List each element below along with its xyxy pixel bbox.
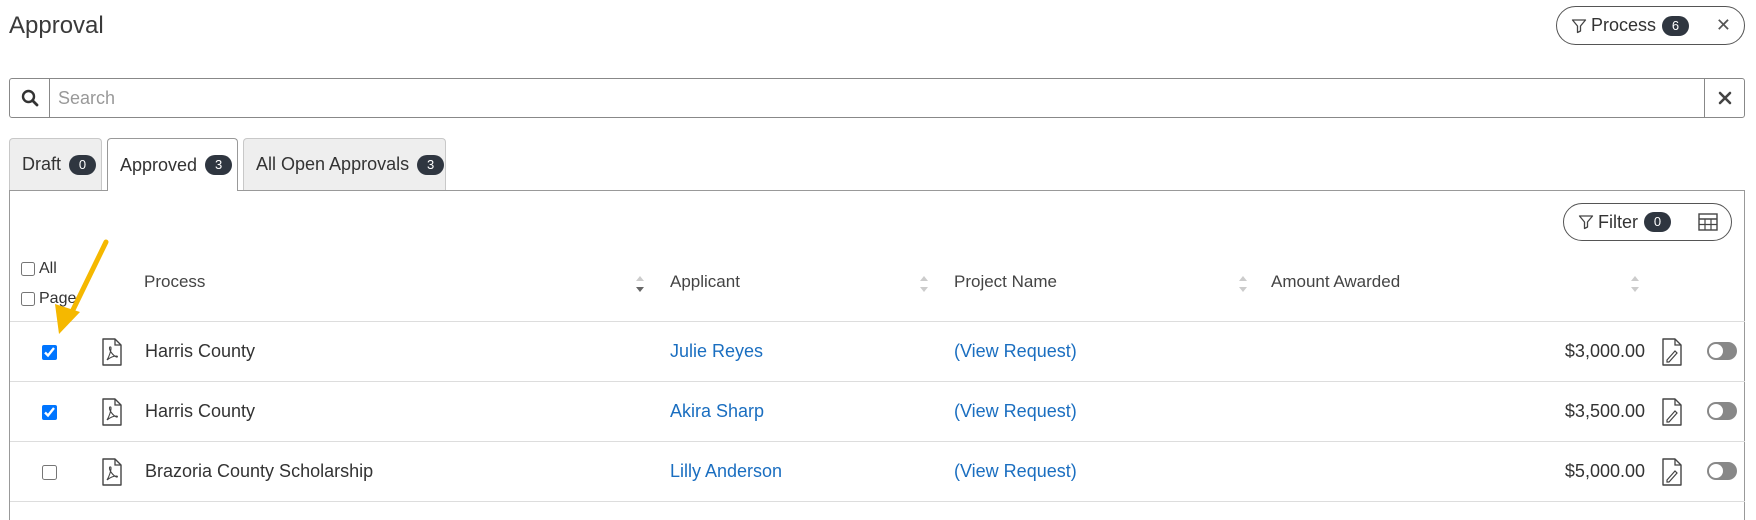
tab-count-badge: 0	[69, 154, 97, 175]
tab-label: Approved	[120, 154, 198, 175]
table-row: Harris County Julie Reyes (View Request)…	[10, 322, 1745, 382]
amount-cell: $3,500.00	[1564, 401, 1645, 421]
funnel-icon	[1578, 215, 1594, 230]
applicant-link[interactable]: Akira Sharp	[670, 401, 764, 422]
select-all-checkbox[interactable]	[21, 262, 35, 276]
view-request-link[interactable]: (View Request)	[954, 461, 1077, 482]
process-cell: Harris County	[145, 401, 256, 421]
approval-toggle[interactable]	[1707, 342, 1737, 360]
table-grid-icon[interactable]	[1698, 213, 1718, 231]
tab-all-open-approvals[interactable]: All Open Approvals 3	[243, 138, 446, 190]
row-checkbox[interactable]	[42, 405, 57, 420]
sort-icon[interactable]	[1629, 273, 1641, 295]
tab-count-badge: 3	[417, 154, 445, 175]
document-edit-icon[interactable]	[1661, 458, 1682, 486]
column-header-process[interactable]: Process	[144, 272, 205, 292]
search-input[interactable]	[50, 79, 1704, 117]
table-row: Harris County Akira Sharp (View Request)…	[10, 382, 1745, 442]
row-divider	[10, 501, 1745, 502]
process-filter-label: Process	[1591, 15, 1657, 35]
column-header-project-name[interactable]: Project Name	[954, 272, 1057, 292]
amount-cell: $5,000.00	[1564, 461, 1645, 481]
filter-count-badge: 0	[1644, 212, 1671, 232]
process-count-badge: 6	[1662, 15, 1690, 36]
document-edit-icon[interactable]	[1661, 398, 1682, 426]
column-header-amount-awarded[interactable]: Amount Awarded	[1271, 272, 1400, 292]
amount-cell: $3,000.00	[1564, 341, 1645, 361]
sort-icon[interactable]	[1237, 273, 1249, 295]
tab-label: All Open Approvals	[256, 154, 410, 174]
applicant-link[interactable]: Julie Reyes	[670, 341, 763, 362]
tab-approved[interactable]: Approved 3	[107, 138, 238, 191]
page-title: Approval	[9, 12, 104, 39]
pdf-icon[interactable]	[101, 338, 122, 366]
applicant-link[interactable]: Lilly Anderson	[670, 461, 782, 482]
row-checkbox[interactable]	[42, 345, 57, 360]
funnel-icon	[1571, 18, 1587, 33]
sort-icon[interactable]	[918, 273, 930, 295]
search-icon[interactable]	[10, 79, 50, 117]
table-row: Brazoria County Scholarship Lilly Anders…	[10, 442, 1745, 502]
sort-icon[interactable]	[634, 273, 646, 295]
pdf-icon[interactable]	[101, 458, 122, 486]
document-edit-icon[interactable]	[1661, 338, 1682, 366]
approval-toggle[interactable]	[1707, 402, 1737, 420]
tab-count-badge: 3	[205, 155, 233, 175]
clear-search-icon[interactable]	[1704, 79, 1744, 117]
tab-draft[interactable]: Draft 0	[9, 138, 102, 190]
select-page-checkbox[interactable]	[21, 292, 35, 306]
view-request-link[interactable]: (View Request)	[954, 401, 1077, 422]
approval-toggle[interactable]	[1707, 462, 1737, 480]
process-cell: Brazoria County Scholarship	[145, 461, 374, 481]
process-filter-button[interactable]: Process 6 ✕	[1556, 6, 1745, 45]
tab-label: Draft	[22, 154, 62, 174]
column-header-applicant[interactable]: Applicant	[670, 272, 740, 292]
filter-label: Filter	[1598, 211, 1638, 232]
close-icon[interactable]: ✕	[1716, 15, 1731, 36]
process-cell: Harris County	[145, 341, 256, 361]
search-bar	[9, 78, 1745, 118]
filter-button[interactable]: Filter 0	[1563, 203, 1732, 241]
view-request-link[interactable]: (View Request)	[954, 341, 1077, 362]
pdf-icon[interactable]	[101, 398, 122, 426]
annotation-arrow-icon	[55, 239, 109, 334]
row-checkbox[interactable]	[42, 465, 57, 480]
